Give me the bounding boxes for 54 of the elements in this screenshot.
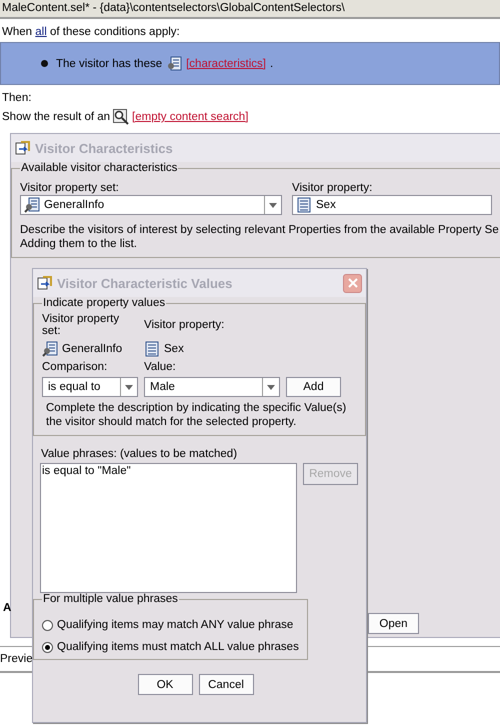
property-dropdown[interactable]: Sex (292, 195, 492, 215)
close-icon (348, 278, 358, 288)
column-label: A (3, 602, 12, 614)
field-label: Visitor property set: (20, 182, 120, 194)
preview-label: Previe (0, 653, 33, 665)
conditions-text: When all of these conditions apply: (1, 25, 181, 38)
comparison-dropdown[interactable]: is equal to (42, 377, 138, 397)
field-label: Value phrases: (values to be matched) (41, 448, 238, 460)
option-label[interactable]: Qualifying items must match ALL value phrases (57, 641, 299, 653)
people-list-icon (166, 56, 182, 72)
caret-icon (267, 384, 275, 390)
property-set-icon (24, 197, 40, 213)
property-icon (296, 197, 312, 213)
field-label: Comparison: (42, 361, 108, 373)
property-set-value: GeneralInfo (62, 343, 122, 355)
editor-title: MaleContent.sel* - {data}\contentselectors\GlobalContentSelectors\ (0, 0, 500, 19)
property-set-dropdown[interactable]: GeneralInfo (20, 195, 282, 215)
field-label: Visitor property: (144, 319, 226, 331)
result-text: Show the result of an (2, 111, 110, 123)
group-title: For multiple value phrases (42, 593, 179, 605)
field-label: Visitor property set: (42, 313, 120, 337)
empty-content-search-link[interactable]: [empty content search] (132, 111, 248, 123)
field-label: Visitor property: (292, 182, 374, 194)
value-dropdown[interactable]: Male (144, 377, 280, 397)
field-label: Value: (144, 361, 177, 373)
group-title: Available visitor characteristics (20, 162, 178, 174)
list-item[interactable]: is equal to "Male" (41, 464, 296, 478)
then-label: Then: (1, 91, 32, 104)
period-text: . (270, 58, 274, 70)
close-button[interactable] (343, 274, 362, 292)
property-set-icon (42, 341, 58, 357)
dialog-title: Visitor Characteristics (35, 140, 173, 156)
dialog-title: Visitor Characteristic Values (57, 276, 232, 290)
caret-icon (125, 384, 133, 390)
description-text: Complete the description by indicating the specific Value(s) the visitor should match for the selected property. (45, 401, 348, 429)
bullet-icon (41, 60, 48, 67)
open-button[interactable]: Open (368, 613, 419, 634)
property-icon (144, 341, 160, 357)
condition-row[interactable]: The visitor has these [characteristics] . (0, 42, 500, 85)
dialog-button[interactable]: OK (138, 674, 192, 695)
dialog-icon (37, 275, 53, 291)
option-label[interactable]: Qualifying items may match ANY value phrase (57, 619, 294, 631)
condition-text: The visitor has these (56, 58, 162, 70)
add-button[interactable]: Add (286, 377, 341, 397)
radio-button[interactable] (42, 642, 53, 652)
description-text: Describe the visitors of interest by selecting relevant Properties from the available Property Se Adding them to the list. (20, 223, 499, 251)
property-value: Sex (164, 343, 184, 355)
dialog-icon (15, 140, 31, 156)
group-title: Indicate property values (42, 297, 166, 309)
caret-icon (269, 202, 277, 208)
all-link[interactable]: all (35, 26, 47, 38)
radio-button[interactable] (42, 620, 53, 630)
dialog-button[interactable]: Cancel (198, 674, 254, 695)
search-icon (113, 109, 130, 125)
